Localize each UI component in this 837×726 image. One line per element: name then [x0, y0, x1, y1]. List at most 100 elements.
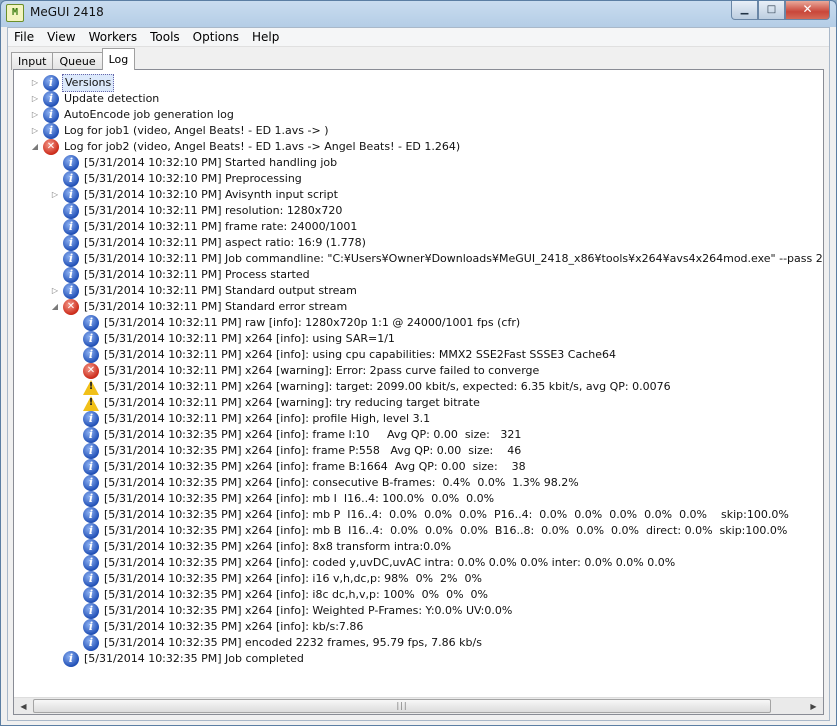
tab-log[interactable]: Log — [101, 48, 136, 70]
menu-options[interactable]: Options — [187, 28, 246, 46]
log-entry-text: [5/31/2014 10:32:11 PM] Standard output … — [84, 284, 357, 297]
collapse-arrow-icon[interactable]: ◢ — [30, 139, 40, 155]
log-tree-row[interactable]: ▷ i [5/31/2014 10:32:11 PM] Standard outpu… — [50, 283, 359, 299]
error-icon: ✕ — [83, 363, 99, 379]
log-tree-row[interactable]: i [5/31/2014 10:32:35 PM] encoded 2232 fr… — [70, 635, 484, 651]
log-entry-text: [5/31/2014 10:32:11 PM] x264 [info]: usi… — [104, 332, 395, 345]
error-icon: ✕ — [43, 139, 59, 155]
log-entry-text: [5/31/2014 10:32:10 PM] Started handling… — [84, 156, 338, 169]
log-tree-row[interactable]: ▷ i Update detection — [30, 91, 161, 107]
log-tree-row[interactable]: ✕ [5/31/2014 10:32:11 PM] x264 [warning]:… — [70, 363, 541, 379]
expand-arrow-icon[interactable]: ▷ — [30, 107, 40, 123]
log-tree-row[interactable]: i [5/31/2014 10:32:11 PM] raw [info]: 128… — [70, 315, 522, 331]
log-tree-row[interactable]: i [5/31/2014 10:32:35 PM] x264 [info]: fr… — [70, 459, 528, 475]
menu-file[interactable]: File — [8, 28, 41, 46]
tab-strip: Input Queue Log — [11, 48, 136, 70]
log-entry-text: [5/31/2014 10:32:35 PM] x264 [info]: fra… — [104, 444, 522, 457]
log-tree-row[interactable]: i [5/31/2014 10:32:11 PM] Job commandline… — [50, 251, 823, 267]
log-tree-row[interactable]: i [5/31/2014 10:32:35 PM] x264 [info]: i8… — [70, 587, 490, 603]
log-entry-text: [5/31/2014 10:32:11 PM] Process started — [84, 268, 310, 281]
log-entry-text: [5/31/2014 10:32:11 PM] raw [info]: 1280… — [104, 316, 521, 329]
log-tree-row[interactable]: ▷ i [5/31/2014 10:32:10 PM] Avisynth input… — [50, 187, 340, 203]
log-tree-row[interactable]: i [5/31/2014 10:32:35 PM] Job completed — [50, 651, 306, 667]
scroll-right-button[interactable]: ▶ — [805, 698, 822, 714]
log-tree-row[interactable]: i [5/31/2014 10:32:11 PM] x264 [info]: pr… — [70, 411, 432, 427]
log-entry-text: [5/31/2014 10:32:35 PM] x264 [info]: kb/… — [104, 620, 364, 633]
log-tree-row[interactable]: i [5/31/2014 10:32:11 PM] x264 [info]: us… — [70, 331, 397, 347]
log-tree-row[interactable]: ◢ ✕ Log for job2 (video, Angel Beats! - ED… — [30, 139, 462, 155]
log-entry-text: [5/31/2014 10:32:35 PM] x264 [info]: mb … — [104, 492, 495, 505]
log-tree-row[interactable]: i [5/31/2014 10:32:35 PM] x264 [info]: i1… — [70, 571, 484, 587]
log-tree-row[interactable]: i [5/31/2014 10:32:11 PM] Process started — [50, 267, 312, 283]
expand-arrow-icon[interactable]: ▷ — [30, 123, 40, 139]
log-tree-row[interactable]: i [5/31/2014 10:32:11 PM] resolution: 128… — [50, 203, 344, 219]
log-tree-row[interactable]: i [5/31/2014 10:32:35 PM] x264 [info]: mb… — [70, 491, 496, 507]
log-tree-row[interactable]: ◢ ✕ [5/31/2014 10:32:11 PM] Standard error… — [50, 299, 349, 315]
info-icon: i — [63, 651, 79, 667]
log-entry-text: [5/31/2014 10:32:11 PM] x264 [warning]: … — [104, 380, 671, 393]
horizontal-scrollbar[interactable]: ◀ ||| ▶ — [14, 697, 823, 714]
log-entry-text: [5/31/2014 10:32:11 PM] Job commandline:… — [84, 252, 823, 265]
info-icon: i — [63, 283, 79, 299]
log-tree-row[interactable]: i [5/31/2014 10:32:35 PM] x264 [info]: mb… — [70, 523, 789, 539]
close-button[interactable]: ✕ — [785, 1, 830, 20]
menu-tools[interactable]: Tools — [144, 28, 187, 46]
log-tree[interactable]: ▷ i Versions ▷ i Update detection ▷ i AutoEncode… — [14, 70, 823, 697]
menu-workers[interactable]: Workers — [83, 28, 145, 46]
info-icon: i — [83, 443, 99, 459]
log-tree-row[interactable]: i [5/31/2014 10:32:11 PM] frame rate: 240… — [50, 219, 359, 235]
expand-arrow-icon[interactable]: ▷ — [50, 283, 60, 299]
log-tree-row[interactable]: i [5/31/2014 10:32:10 PM] Started handlin… — [50, 155, 339, 171]
expand-arrow-icon[interactable]: ▷ — [30, 75, 40, 91]
title-bar[interactable]: M MeGUI 2418 ▁ □ ✕ — [1, 1, 836, 25]
scrollbar-thumb[interactable]: ||| — [33, 699, 771, 713]
log-entry-text: [5/31/2014 10:32:35 PM] x264 [info]: Wei… — [104, 604, 513, 617]
expand-arrow-icon[interactable]: ▷ — [50, 187, 60, 203]
scroll-left-button[interactable]: ◀ — [15, 698, 32, 714]
minimize-button[interactable]: ▁ — [731, 1, 758, 20]
log-tree-row[interactable]: i [5/31/2014 10:32:10 PM] Preprocessing — [50, 171, 304, 187]
log-entry-text: [5/31/2014 10:32:10 PM] Preprocessing — [84, 172, 302, 185]
log-tree-row[interactable]: i [5/31/2014 10:32:35 PM] x264 [info]: kb… — [70, 619, 365, 635]
log-tree-row[interactable]: i [5/31/2014 10:32:35 PM] x264 [info]: co… — [70, 475, 581, 491]
tab-queue[interactable]: Queue — [52, 52, 103, 70]
window-controls: ▁ □ ✕ — [731, 1, 830, 20]
log-tree-row[interactable]: i [5/31/2014 10:32:35 PM] x264 [info]: We… — [70, 603, 514, 619]
log-tree-row[interactable]: ▷ i Versions — [30, 74, 115, 92]
log-entry-text: [5/31/2014 10:32:11 PM] x264 [info]: pro… — [104, 412, 431, 425]
menu-bar: File View Workers Tools Options Help — [8, 28, 829, 47]
log-tree-row[interactable]: i [5/31/2014 10:32:35 PM] x264 [info]: co… — [70, 555, 677, 571]
info-icon: i — [83, 635, 99, 651]
expand-arrow-icon[interactable]: ▷ — [30, 91, 40, 107]
info-icon: i — [83, 587, 99, 603]
log-tree-row[interactable]: ! [5/31/2014 10:32:11 PM] x264 [warning]:… — [70, 379, 673, 395]
log-tree-row[interactable]: ! [5/31/2014 10:32:11 PM] x264 [warning]:… — [70, 395, 482, 411]
menu-view[interactable]: View — [41, 28, 82, 46]
log-entry-text: [5/31/2014 10:32:35 PM] x264 [info]: con… — [104, 476, 579, 489]
app-window: M MeGUI 2418 ▁ □ ✕ File View Workers Too… — [0, 0, 837, 726]
log-tree-row[interactable]: i [5/31/2014 10:32:11 PM] aspect ratio: 1… — [50, 235, 368, 251]
collapse-arrow-icon[interactable]: ◢ — [50, 299, 60, 315]
log-entry-text: [5/31/2014 10:32:35 PM] x264 [info]: fra… — [104, 460, 526, 473]
warning-mark: ! — [88, 380, 94, 392]
log-tree-row[interactable]: ▷ i Log for job1 (video, Angel Beats! - ED… — [30, 123, 331, 139]
log-entry-text: [5/31/2014 10:32:35 PM] x264 [info]: mb … — [104, 524, 788, 537]
tab-input[interactable]: Input — [11, 52, 54, 70]
info-icon: i — [63, 203, 79, 219]
log-tree-row[interactable]: ▷ i AutoEncode job generation log — [30, 107, 236, 123]
log-tree-row[interactable]: i [5/31/2014 10:32:35 PM] x264 [info]: mb… — [70, 507, 791, 523]
menu-help[interactable]: Help — [246, 28, 286, 46]
log-tree-row[interactable]: i [5/31/2014 10:32:11 PM] x264 [info]: us… — [70, 347, 618, 363]
log-tree-row[interactable]: i [5/31/2014 10:32:35 PM] x264 [info]: fr… — [70, 443, 523, 459]
maximize-button[interactable]: □ — [758, 1, 785, 20]
log-tree-row[interactable]: i [5/31/2014 10:32:35 PM] x264 [info]: 8x… — [70, 539, 453, 555]
log-tree-row[interactable]: i [5/31/2014 10:32:35 PM] x264 [info]: fr… — [70, 427, 523, 443]
info-icon: i — [63, 187, 79, 203]
log-entry-text: Update detection — [64, 92, 160, 105]
